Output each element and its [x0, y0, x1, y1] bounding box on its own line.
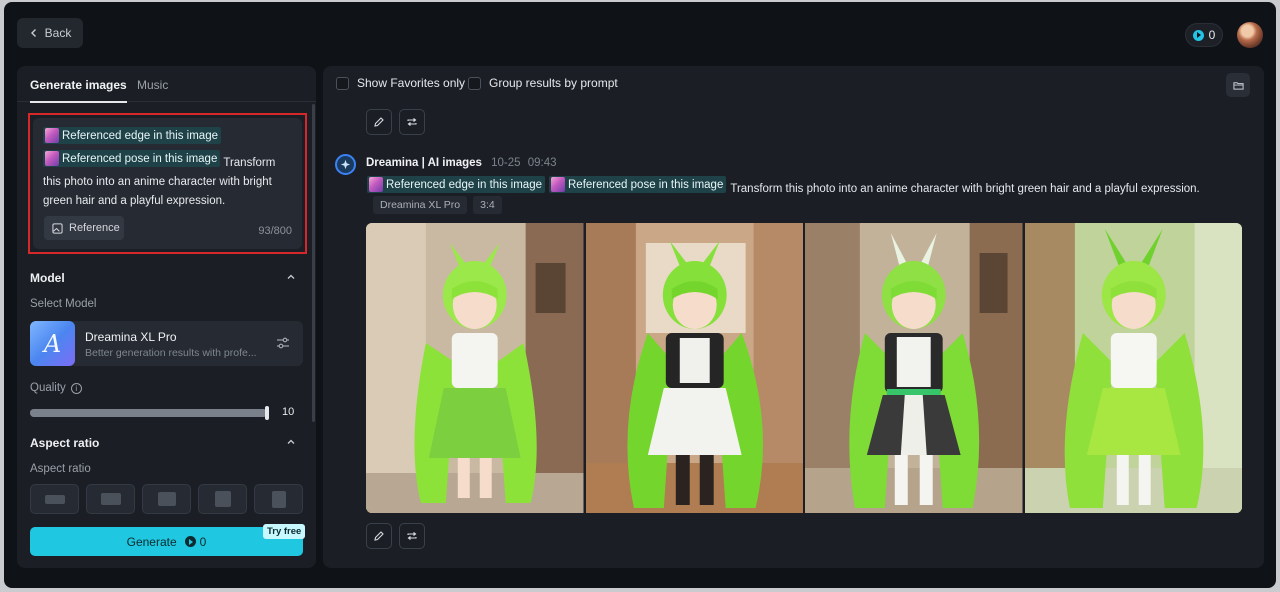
repeat-icon: [407, 532, 417, 540]
model-description: Better generation results with profe...: [85, 347, 257, 359]
folder-icon: [1232, 81, 1244, 90]
message-date: 10-25: [491, 157, 521, 169]
slider-handle[interactable]: [265, 406, 269, 420]
sender-name: Dreamina | AI images: [366, 157, 482, 169]
chip-edge-label: Referenced edge in this image: [386, 178, 542, 191]
reference-thumbnail: [369, 177, 383, 192]
prompt-highlight: Referenced edge in this image Referenced…: [28, 113, 307, 254]
message-header: Dreamina | AI images 10-25 09:43: [366, 157, 557, 169]
reference-chip-edge[interactable]: Referenced edge in this image: [367, 176, 545, 193]
reference-label: Reference: [69, 221, 120, 234]
quality-value: 10: [282, 406, 295, 418]
message-prompt-text: Transform this photo into an anime chara…: [730, 183, 1200, 195]
chip-pose-label: Referenced pose in this image: [568, 178, 724, 191]
group-by-prompt-label: Group results by prompt: [489, 76, 618, 90]
ratio-tag: 3:4: [473, 196, 502, 214]
reference-thumbnail: [45, 151, 59, 166]
try-free-badge: Try free: [263, 524, 306, 539]
show-favorites-toggle[interactable]: Show Favorites only: [336, 76, 465, 90]
reference-chip-pose[interactable]: Referenced pose in this image: [43, 150, 221, 167]
message-prompt: Referenced edge in this image Referenced …: [367, 176, 1200, 198]
quality-label: Quality: [30, 382, 66, 394]
model-name: Dreamina XL Pro: [85, 330, 177, 344]
chevron-up-icon[interactable]: [286, 437, 296, 447]
pencil-icon: [374, 531, 384, 541]
reference-thumbnail: [45, 128, 59, 143]
quality-label-row: Quality i: [30, 382, 82, 394]
aspect-section-title: Aspect ratio: [30, 436, 100, 450]
results-panel: Show Favorites only Group results by pro…: [323, 66, 1264, 568]
credits-badge[interactable]: 0: [1185, 23, 1223, 47]
result-image[interactable]: [585, 223, 803, 513]
checkbox[interactable]: [336, 76, 349, 90]
aspect-ratio-label: Aspect ratio: [30, 463, 91, 475]
regenerate-button[interactable]: [399, 109, 425, 135]
result-image[interactable]: [1024, 223, 1242, 513]
avatar[interactable]: [1237, 22, 1263, 48]
aspect-option[interactable]: [142, 484, 191, 514]
folder-button[interactable]: [1226, 73, 1250, 97]
generate-label: Generate: [126, 534, 177, 549]
group-by-prompt-toggle[interactable]: Group results by prompt: [468, 76, 618, 90]
generate-panel: Generate images Music Referenced edge in…: [17, 66, 316, 568]
message-time: 09:43: [527, 157, 557, 169]
regenerate-button[interactable]: [399, 523, 425, 549]
panel-tabs: Generate images Music: [17, 66, 316, 103]
edit-prompt-button[interactable]: [366, 109, 392, 135]
select-model-label: Select Model: [30, 298, 97, 310]
coin-icon: [184, 536, 196, 547]
aspect-option[interactable]: [86, 484, 135, 514]
app-window: Back 0 Generate images Music Referenced …: [4, 2, 1276, 588]
anime-girl-image: [366, 223, 584, 513]
aspect-option[interactable]: [198, 484, 247, 514]
model-logo: A: [30, 321, 75, 366]
edit-prompt-button[interactable]: [366, 523, 392, 549]
chevron-left-icon: [30, 29, 36, 37]
chip-pose-label: Referenced pose in this image: [62, 152, 218, 165]
aspect-ratio-options: [30, 484, 303, 514]
anime-girl-image: [585, 223, 803, 513]
reference-chip-edge[interactable]: Referenced edge in this image: [43, 127, 221, 144]
pencil-icon: [374, 117, 384, 127]
quality-slider[interactable]: [30, 406, 269, 420]
dreamina-logo-icon: [335, 154, 356, 175]
result-image[interactable]: [805, 223, 1023, 513]
anime-girl-image: [1024, 223, 1242, 513]
image-add-icon: [52, 222, 63, 234]
coin-icon: [1192, 29, 1204, 41]
back-label: Back: [44, 26, 72, 40]
char-counter: 93/800: [258, 225, 292, 237]
aspect-option[interactable]: [254, 484, 303, 514]
generate-cost-value: 0: [199, 534, 207, 549]
result-image[interactable]: [366, 223, 584, 513]
result-gallery: [366, 223, 1242, 513]
model-section-title: Model: [30, 271, 65, 285]
reference-thumbnail: [551, 177, 565, 192]
model-selector[interactable]: A Dreamina XL Pro Better generation resu…: [30, 321, 303, 366]
sliders-icon[interactable]: [276, 336, 290, 350]
show-favorites-label: Show Favorites only: [357, 76, 466, 90]
info-icon[interactable]: i: [70, 382, 82, 394]
tab-generate-images[interactable]: Generate images: [30, 78, 127, 103]
aspect-option[interactable]: [30, 484, 79, 514]
checkbox[interactable]: [468, 76, 481, 90]
back-button[interactable]: Back: [17, 18, 83, 48]
generate-cost: 0: [184, 534, 207, 549]
reference-chip-pose[interactable]: Referenced pose in this image: [549, 176, 727, 193]
message-tags: Dreamina XL Pro 3:4: [373, 196, 502, 214]
repeat-icon: [407, 118, 417, 126]
panel-scrollbar[interactable]: [312, 104, 315, 422]
tab-music[interactable]: Music: [137, 78, 168, 92]
model-tag: Dreamina XL Pro: [373, 196, 468, 214]
chevron-up-icon[interactable]: [286, 272, 296, 282]
prompt-input[interactable]: Referenced edge in this image Referenced…: [33, 118, 302, 249]
chip-edge-label: Referenced edge in this image: [62, 129, 218, 142]
credits-count: 0: [1208, 28, 1216, 42]
reference-button[interactable]: Reference: [44, 216, 124, 240]
anime-girl-image: [805, 223, 1023, 513]
slider-fill: [30, 409, 267, 417]
